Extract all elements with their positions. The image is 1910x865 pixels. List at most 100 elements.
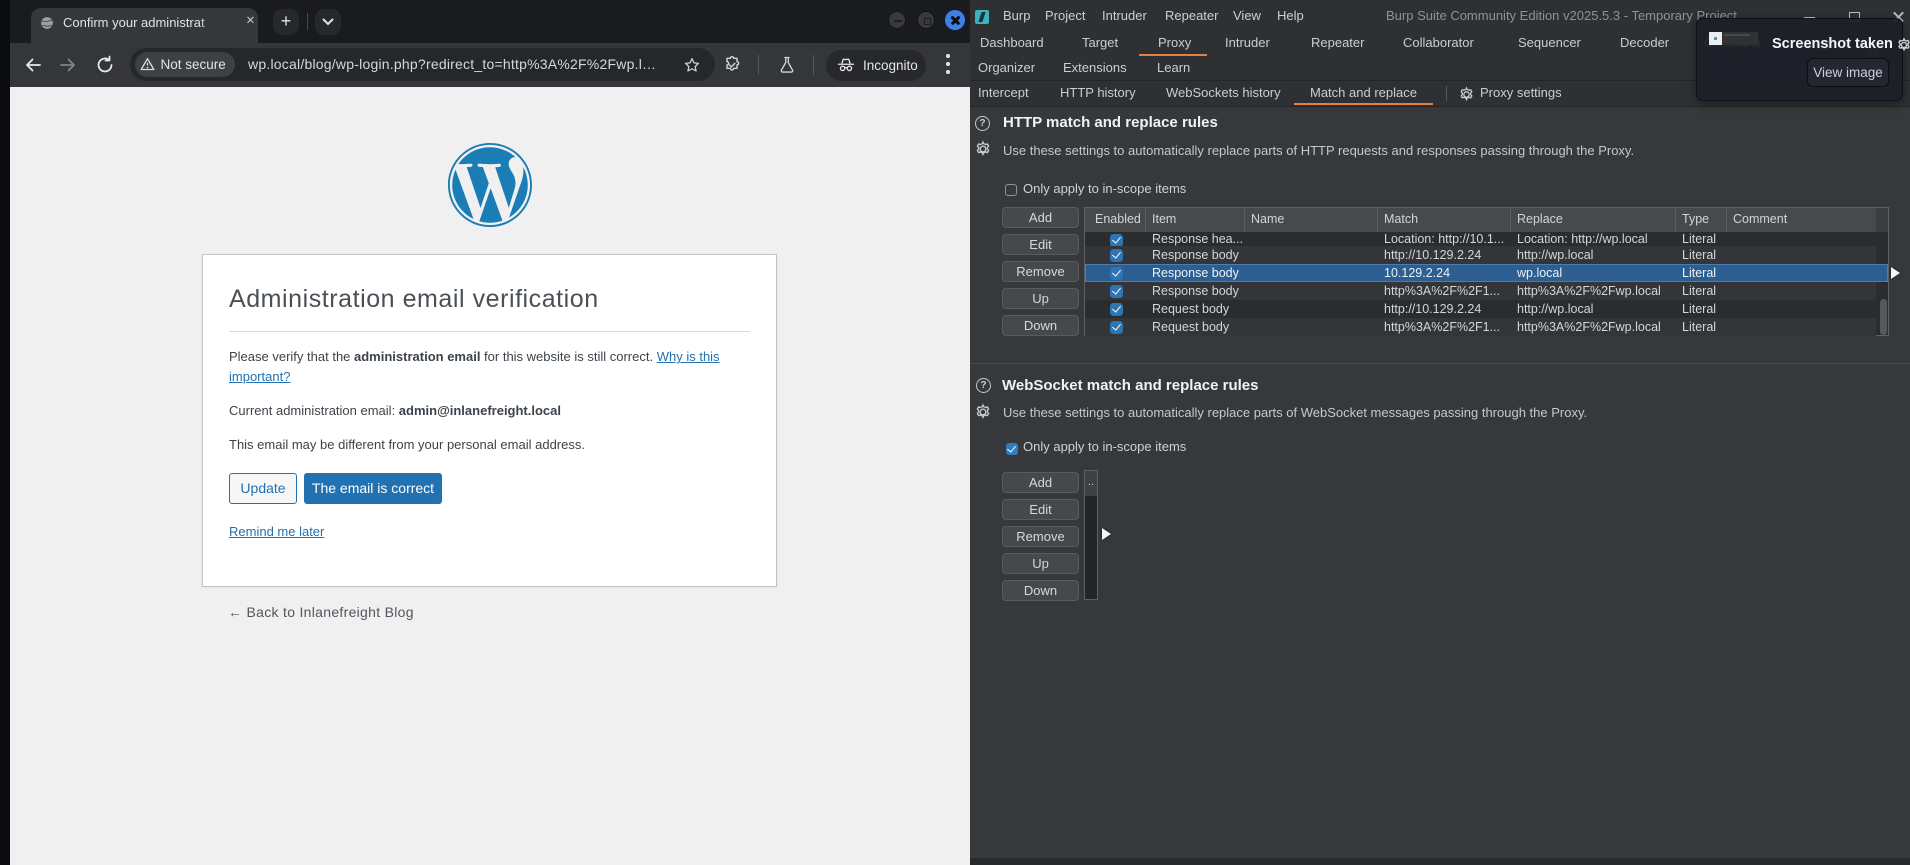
cell-replace: http://wp.local	[1517, 302, 1594, 316]
ws-edit-button[interactable]: Edit	[1002, 498, 1079, 520]
wordpress-logo[interactable]	[448, 143, 532, 227]
row-enabled-checkbox[interactable]	[1085, 264, 1146, 282]
tab-learn[interactable]: Learn	[1157, 60, 1190, 75]
row-enabled-checkbox[interactable]	[1085, 282, 1146, 300]
http-scope-checkbox[interactable]	[1005, 184, 1017, 196]
http-section-gear-icon[interactable]	[974, 140, 991, 157]
http-down-button[interactable]: Down	[1002, 315, 1079, 336]
cell-item: Request body	[1152, 302, 1230, 316]
tabstrip-divider	[307, 13, 308, 30]
table-row[interactable]: Response body http%3A%2F%2F1... http%3A%…	[1085, 282, 1876, 300]
burp-settings-gear-icon[interactable]	[1896, 37, 1910, 54]
table-row[interactable]: Response body http://10.129.2.24 http://…	[1085, 246, 1876, 264]
reload-button[interactable]	[95, 55, 115, 75]
row-enabled-checkbox[interactable]	[1085, 318, 1146, 336]
menu-help[interactable]: Help	[1277, 8, 1304, 23]
column-header-name[interactable]: Name	[1245, 208, 1378, 232]
subtab-intercept[interactable]: Intercept	[978, 85, 1029, 100]
cell-item: Request body	[1152, 320, 1230, 334]
http-add-button[interactable]: Add	[1002, 207, 1079, 228]
back-button[interactable]	[23, 55, 43, 75]
tab-repeater[interactable]: Repeater	[1311, 35, 1364, 50]
back-to-blog-link[interactable]: ← Back to Inlanefreight Blog	[228, 604, 414, 620]
menu-project[interactable]: Project	[1045, 8, 1085, 23]
new-tab-button[interactable]: +	[273, 9, 299, 35]
column-header-type[interactable]: Type	[1676, 208, 1727, 232]
tab-proxy[interactable]: Proxy	[1158, 35, 1191, 50]
browser-tab[interactable]: Confirm your administrat ✕	[31, 8, 258, 43]
tab-decoder[interactable]: Decoder	[1620, 35, 1669, 50]
column-header-match[interactable]: Match	[1378, 208, 1511, 232]
cell-item: Response body	[1152, 266, 1239, 280]
tab-intruder[interactable]: Intruder	[1225, 35, 1270, 50]
tab-organizer[interactable]: Organizer	[978, 60, 1035, 75]
http-remove-button[interactable]: Remove	[1002, 261, 1079, 282]
ws-scope-checkbox[interactable]	[1006, 443, 1018, 455]
incognito-icon	[837, 57, 855, 73]
subtab-websockets-history[interactable]: WebSockets history	[1166, 85, 1281, 100]
menu-repeater[interactable]: Repeater	[1165, 8, 1218, 23]
http-edit-button[interactable]: Edit	[1002, 234, 1079, 255]
table-row-selected[interactable]: Response body 10.129.2.24 wp.local Liter…	[1085, 264, 1888, 282]
menu-burp[interactable]: Burp	[1003, 8, 1030, 23]
column-header-comment[interactable]: Comment	[1727, 208, 1876, 232]
tab-sequencer[interactable]: Sequencer	[1518, 35, 1581, 50]
not-secure-chip[interactable]: Not secure	[134, 51, 235, 77]
tab-close-icon[interactable]: ✕	[243, 14, 258, 29]
url-bar[interactable]: Not secure wp.local/blog/wp-login.php?re…	[130, 47, 715, 81]
subtab-http-history[interactable]: HTTP history	[1060, 85, 1136, 100]
row-enabled-checkbox[interactable]	[1085, 232, 1146, 246]
ws-down-button[interactable]: Down	[1002, 579, 1079, 601]
tab-target[interactable]: Target	[1082, 35, 1118, 50]
browser-tabstrip: Confirm your administrat ✕ +	[10, 0, 970, 43]
url-text: wp.local/blog/wp-login.php?redirect_to=h…	[248, 56, 657, 72]
tab-search-button[interactable]	[315, 9, 341, 35]
not-secure-label: Not secure	[160, 56, 226, 72]
extensions-puzzle-icon[interactable]	[722, 55, 742, 75]
browser-menu-button[interactable]	[946, 54, 950, 76]
ws-add-button[interactable]: Add	[1002, 471, 1079, 493]
row-enabled-checkbox[interactable]	[1085, 246, 1146, 264]
table-row[interactable]: Request body http%3A%2F%2F1... http%3A%2…	[1085, 318, 1876, 336]
table-scrollbar-thumb[interactable]	[1880, 299, 1887, 335]
bookmark-star-icon[interactable]	[683, 56, 701, 74]
table-resize-handle[interactable]	[1891, 267, 1900, 279]
table-row[interactable]: Response hea... Location: http://10.1...…	[1085, 232, 1876, 246]
cell-match: http%3A%2F%2F1...	[1384, 320, 1501, 334]
ws-help-circle-icon[interactable]: ?	[976, 378, 991, 393]
cell-name	[1245, 264, 1378, 282]
forward-button[interactable]	[58, 55, 78, 75]
window-minimize-button[interactable]	[888, 11, 906, 29]
subtab-proxy-settings[interactable]: Proxy settings	[1480, 85, 1562, 100]
ws-section-gear-icon[interactable]	[974, 403, 991, 420]
column-header-enabled[interactable]: Enabled	[1085, 208, 1146, 232]
ws-up-button[interactable]: Up	[1002, 552, 1079, 574]
window-close-button[interactable]	[945, 10, 965, 30]
column-header-replace[interactable]: Replace	[1511, 208, 1676, 232]
http-up-button[interactable]: Up	[1002, 288, 1079, 309]
menu-view[interactable]: View	[1233, 8, 1261, 23]
burp-content: ? HTTP match and replace rules Use these…	[970, 107, 1910, 858]
window-maximize-button[interactable]	[917, 11, 935, 29]
menu-intruder[interactable]: Intruder	[1102, 8, 1147, 23]
tab-collaborator[interactable]: Collaborator	[1403, 35, 1474, 50]
remind-later-link[interactable]: Remind me later	[229, 524, 324, 539]
update-button[interactable]: Update	[229, 473, 297, 504]
ws-remove-button[interactable]: Remove	[1002, 525, 1079, 547]
email-correct-button[interactable]: The email is correct	[304, 473, 442, 504]
cell-match: http%3A%2F%2F1...	[1384, 284, 1501, 298]
cell-type: Literal	[1682, 320, 1717, 334]
screen: Confirm your administrat ✕ + Not secure …	[0, 0, 1910, 865]
labs-flask-icon[interactable]	[777, 55, 797, 75]
column-header-item[interactable]: Item	[1146, 208, 1245, 232]
table-row[interactable]: Request body http://10.129.2.24 http://w…	[1085, 300, 1876, 318]
cell-name	[1245, 232, 1378, 246]
row-enabled-checkbox[interactable]	[1085, 300, 1146, 318]
ws-table-resize-handle[interactable]	[1102, 528, 1111, 540]
tab-dashboard[interactable]: Dashboard	[980, 35, 1044, 50]
cell-match: http://10.129.2.24	[1384, 248, 1482, 262]
subtab-match-replace[interactable]: Match and replace	[1310, 85, 1417, 100]
view-image-button[interactable]: View image	[1807, 58, 1889, 87]
help-circle-icon[interactable]: ?	[975, 116, 990, 131]
tab-extensions[interactable]: Extensions	[1063, 60, 1127, 75]
